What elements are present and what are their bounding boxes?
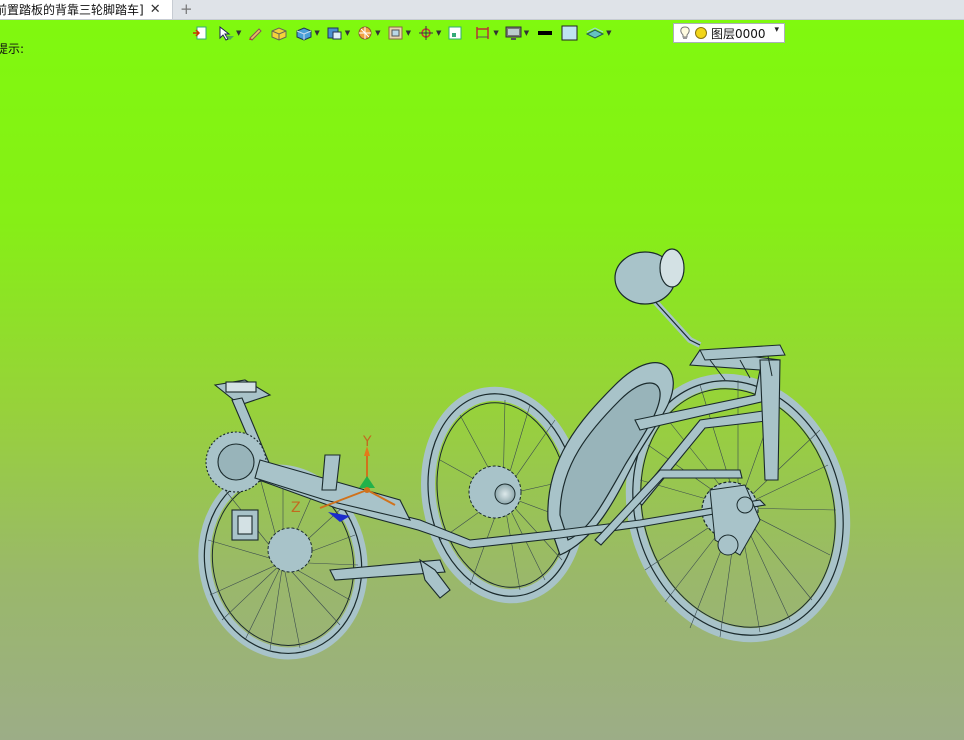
- model-viewport[interactable]: Y Z: [0, 0, 964, 740]
- triad-y-label: Y: [362, 434, 372, 450]
- headrest: [614, 248, 702, 348]
- triad-z-label: Z: [291, 500, 301, 516]
